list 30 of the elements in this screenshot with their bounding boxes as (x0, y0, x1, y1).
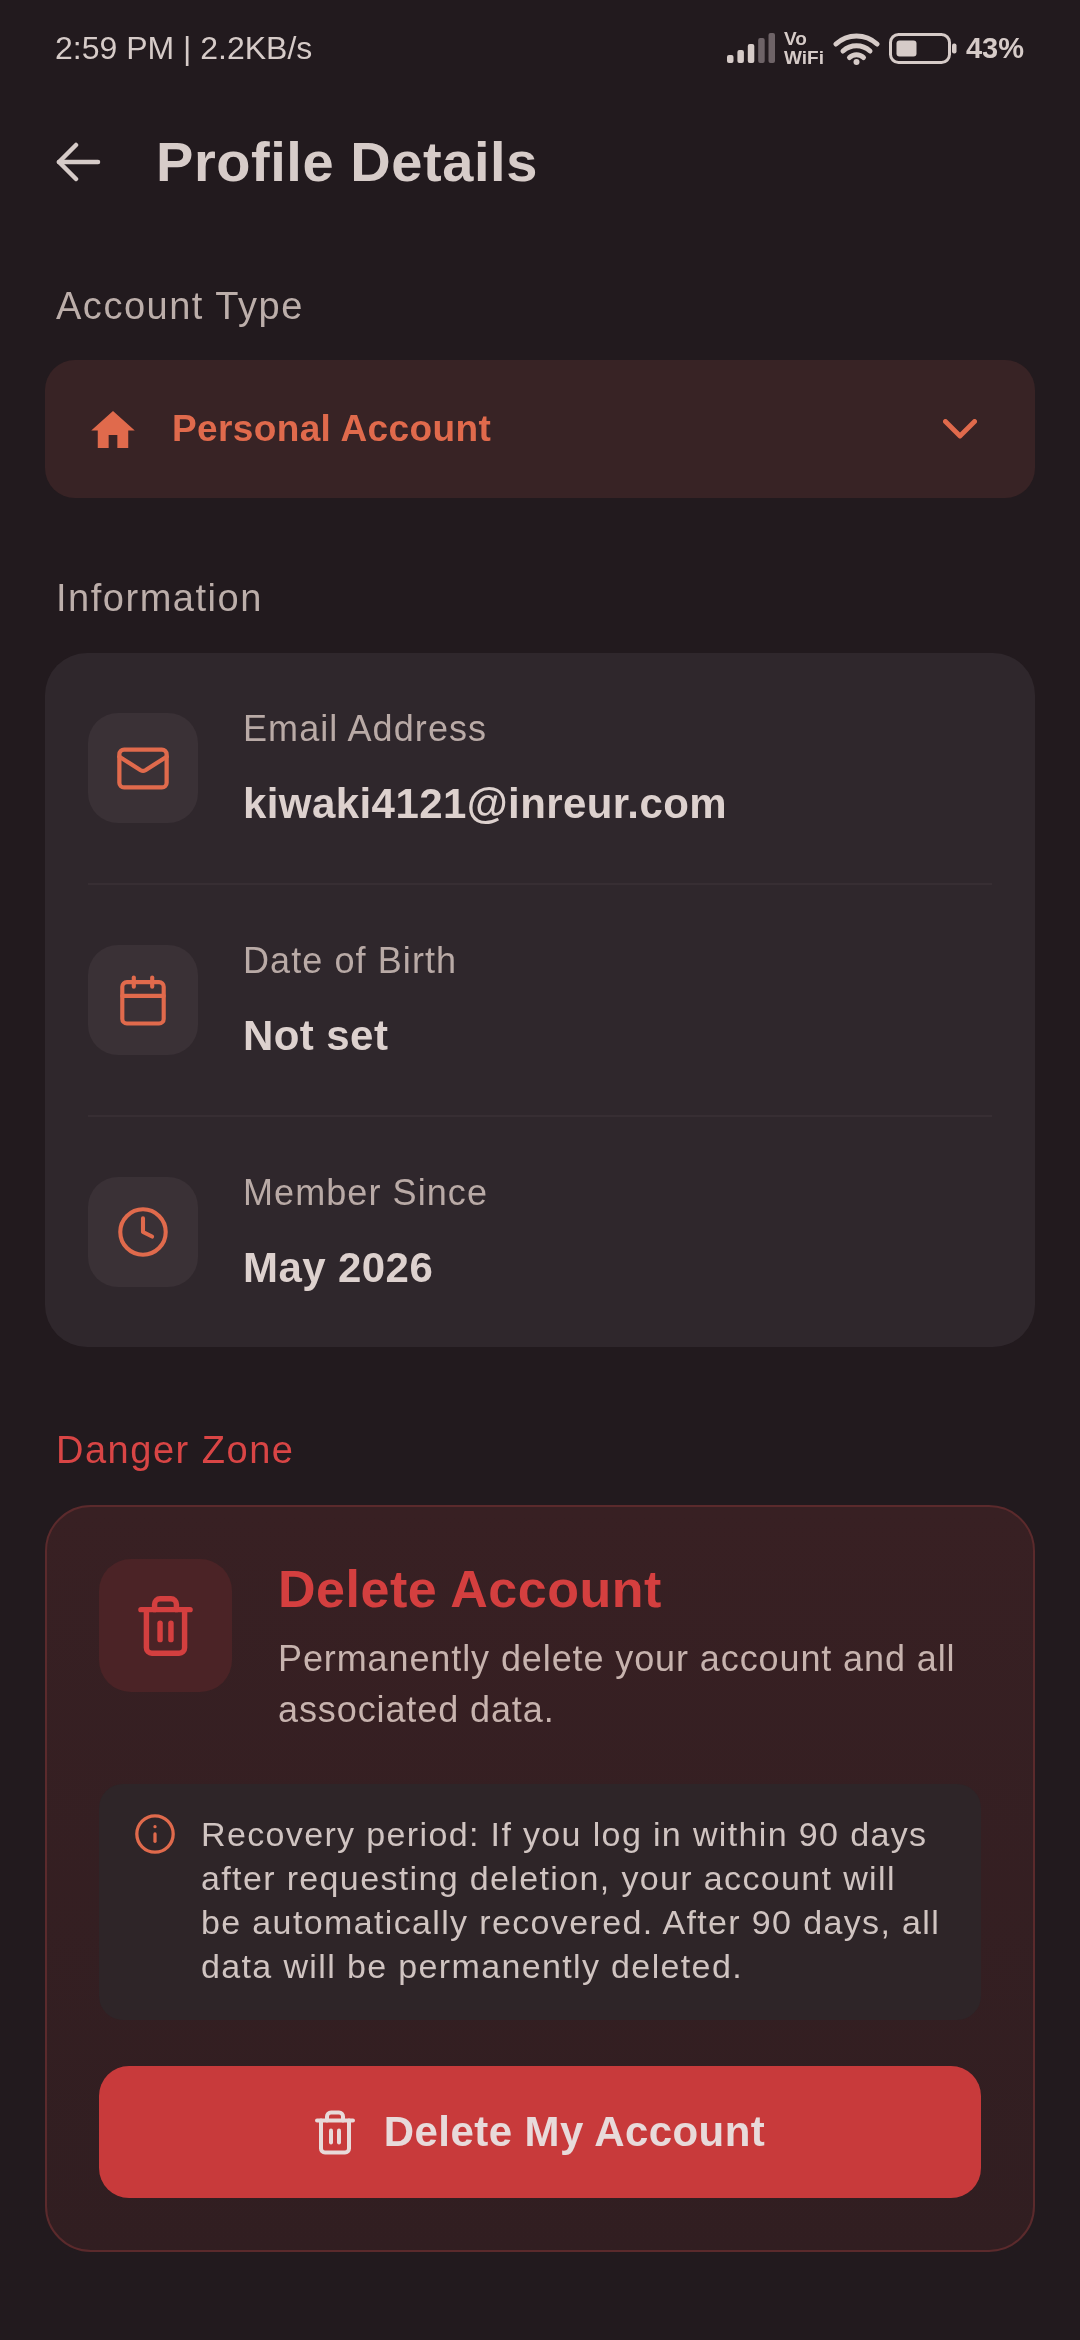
delete-account-button[interactable]: Delete My Account (99, 2066, 981, 2198)
mail-icon (88, 713, 198, 823)
field-value: May 2026 (243, 1243, 435, 1293)
trash-icon (314, 2109, 355, 2155)
section-label: Information (55, 576, 264, 620)
clock-icon (88, 1177, 198, 1287)
field-label: Date of Birth (243, 939, 458, 983)
wifi-icon (832, 31, 880, 65)
section-label: Account Type (55, 284, 305, 328)
battery-percent: 43% (965, 31, 1024, 66)
calendar-icon (88, 945, 198, 1055)
status-time: 2:59 PM | 2.2KB/s (55, 29, 313, 68)
vowifi-label: WiFi (784, 48, 824, 67)
home-icon (91, 410, 135, 448)
trash-icon (99, 1559, 232, 1692)
delete-account-description: Permanently delete your account and all associated data. (278, 1637, 957, 1732)
account-type-dropdown[interactable]: Personal Account (45, 360, 1035, 498)
recovery-notice-text: Recovery period: If you log in within 90 days after requesting deletion, your account will be automatically recovered. After 90 days, all data will be permanently deleted. (201, 1814, 941, 1987)
signal-icon (727, 33, 775, 63)
chevron-down-icon (943, 419, 977, 439)
danger-zone-label: Danger Zone (55, 1428, 296, 1472)
battery-icon (888, 32, 957, 64)
field-value: Not set (243, 1011, 390, 1061)
page-title: Profile Details (156, 130, 538, 194)
field-value: kiwaki4121@inreur.com (243, 779, 728, 829)
vowifi-label: Vo (784, 29, 807, 48)
info-icon (135, 1814, 175, 1854)
field-label: Email Address (243, 707, 489, 751)
field-label: Member Since (243, 1171, 489, 1215)
delete-account-title: Delete Account (278, 1559, 663, 1619)
